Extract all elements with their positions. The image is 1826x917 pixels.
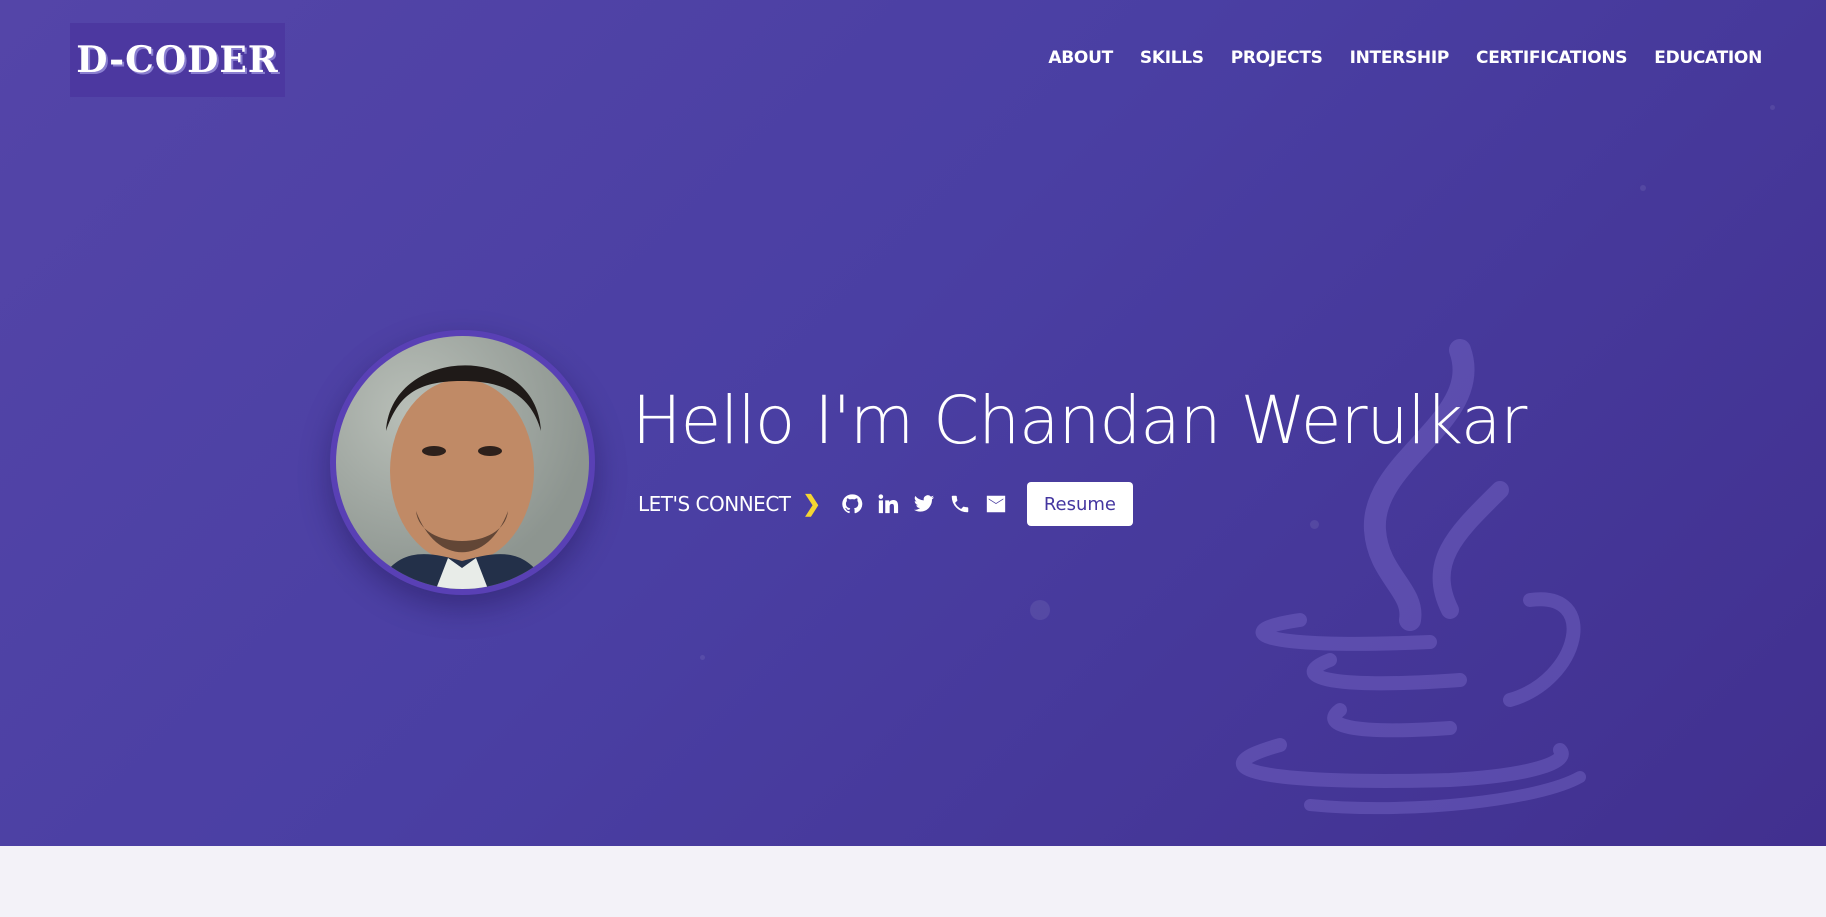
chevron-right-icon: ❯ — [802, 491, 821, 516]
nav-education[interactable]: EDUCATION — [1654, 48, 1762, 68]
connect-label: LET'S CONNECT — [638, 492, 791, 516]
decor-dot — [1030, 600, 1050, 620]
github-icon[interactable] — [841, 493, 863, 515]
profile-photo — [376, 365, 548, 589]
main-nav: ABOUT SKILLS PROJECTS INTERSHIP CERTIFIC… — [1048, 48, 1762, 68]
nav-about[interactable]: ABOUT — [1048, 48, 1113, 68]
connect-row: LET'S CONNECT ❯ Resume — [638, 482, 1133, 526]
resume-button[interactable]: Resume — [1026, 482, 1133, 526]
phone-icon[interactable] — [949, 493, 971, 515]
nav-skills[interactable]: SKILLS — [1140, 48, 1204, 68]
decor-dot — [700, 655, 705, 660]
avatar — [336, 336, 589, 589]
mail-icon[interactable] — [985, 493, 1007, 515]
nav-projects[interactable]: PROJECTS — [1231, 48, 1323, 68]
nav-certifications[interactable]: CERTIFICATIONS — [1476, 48, 1628, 68]
social-links — [841, 493, 1007, 515]
hero-headline: Hello I'm Chandan Werulkar — [632, 382, 1527, 459]
linkedin-icon[interactable] — [877, 493, 899, 515]
nav-intership[interactable]: INTERSHIP — [1350, 48, 1450, 68]
hero-section: D-CODER ABOUT SKILLS PROJECTS INTERSHIP … — [0, 0, 1826, 846]
twitter-icon[interactable] — [913, 493, 935, 515]
decor-dot — [1770, 105, 1775, 110]
logo-text: D-CODER — [76, 39, 279, 81]
decor-dot — [1640, 185, 1646, 191]
logo[interactable]: D-CODER — [70, 23, 285, 97]
